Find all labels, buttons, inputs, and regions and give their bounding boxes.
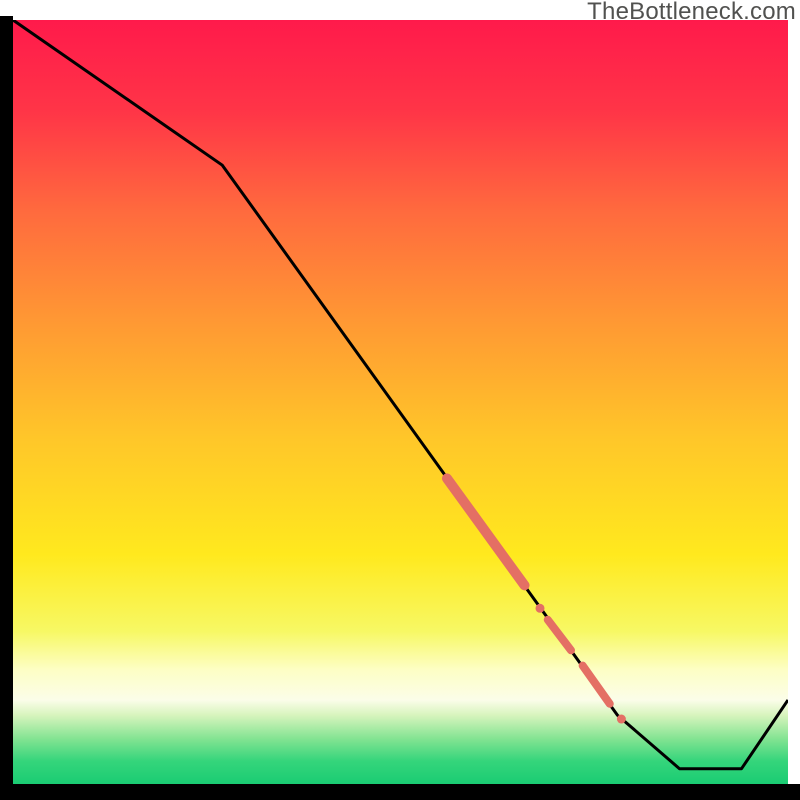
chart-stage: TheBottleneck.com [0,0,800,800]
watermark-label: TheBottleneck.com [587,0,796,26]
axes [0,0,800,800]
